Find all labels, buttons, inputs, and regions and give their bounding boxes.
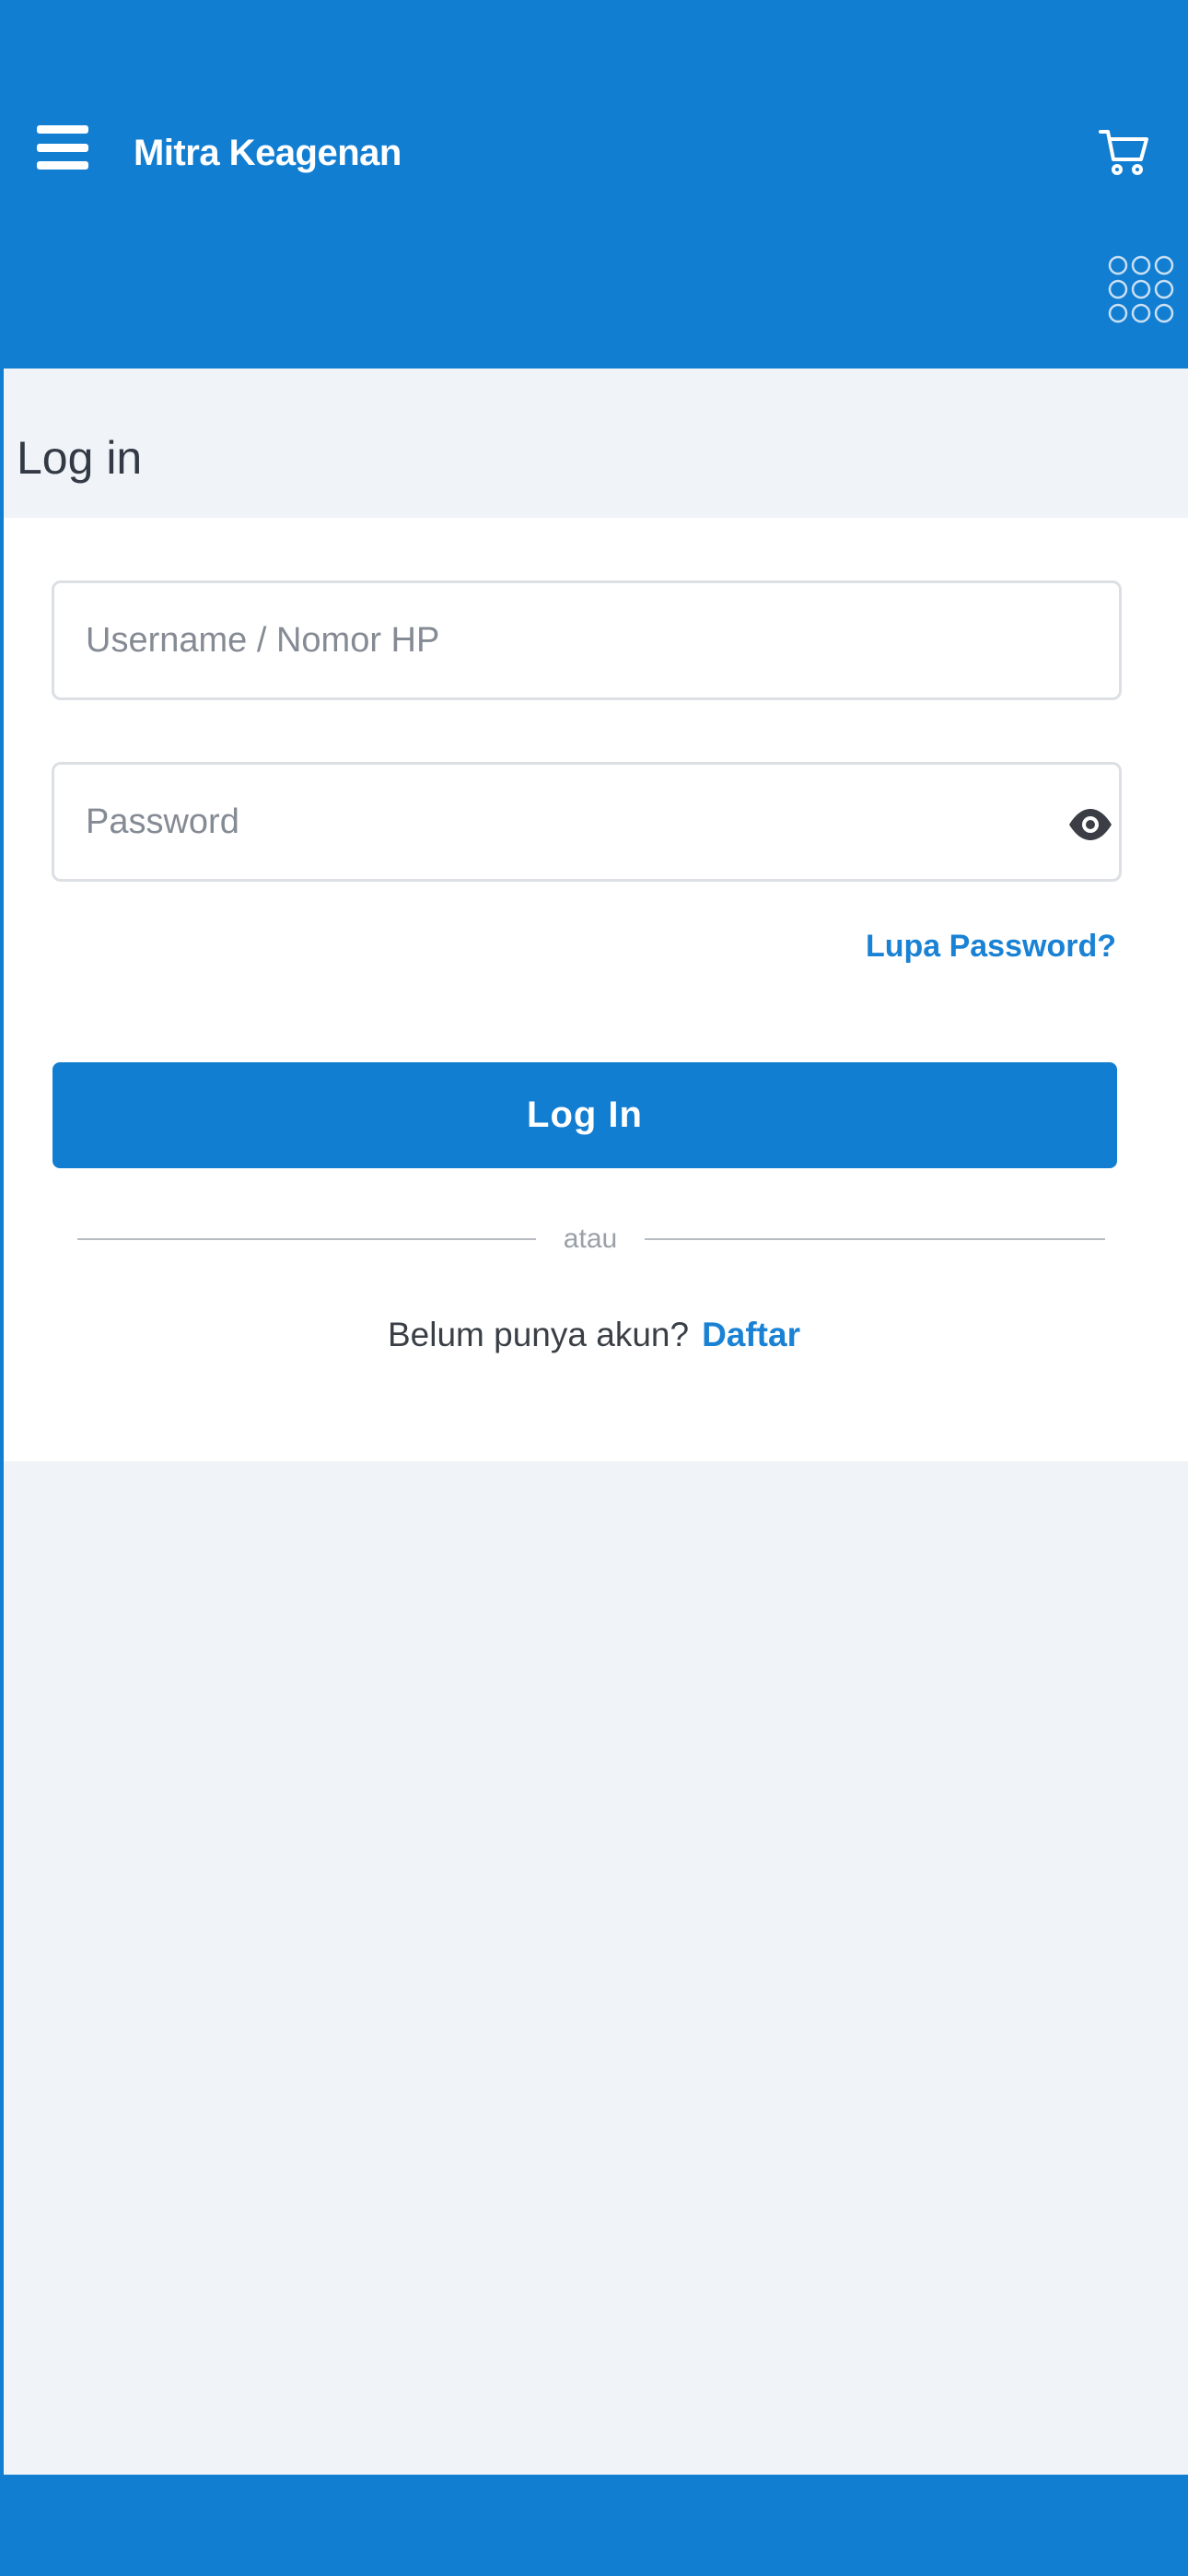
bottom-bar [0, 2475, 1188, 2576]
login-button[interactable]: Log In [52, 1062, 1117, 1168]
shopping-cart-icon[interactable] [1099, 128, 1150, 176]
divider-text: atau [563, 1224, 618, 1254]
signup-prompt: Belum punya akun? [388, 1316, 690, 1353]
page-title: Log in [17, 432, 143, 484]
divider-line-left [77, 1238, 536, 1240]
app-title: Mitra Keagenan [134, 133, 402, 173]
dots-grid-icon [1108, 255, 1174, 323]
forgot-password-link[interactable]: Lupa Password? [866, 929, 1116, 965]
hamburger-menu-icon[interactable] [37, 125, 88, 170]
eye-icon[interactable] [1067, 802, 1113, 848]
password-field[interactable] [52, 762, 1122, 882]
password-input[interactable] [54, 765, 1119, 879]
signup-row: Belum punya akun? Daftar [0, 1316, 1188, 1354]
username-input[interactable] [54, 583, 1119, 697]
app-bar: Mitra Keagenan [0, 0, 1188, 369]
username-field[interactable] [52, 580, 1122, 700]
signup-link[interactable]: Daftar [702, 1316, 800, 1353]
divider-line-right [645, 1238, 1105, 1240]
